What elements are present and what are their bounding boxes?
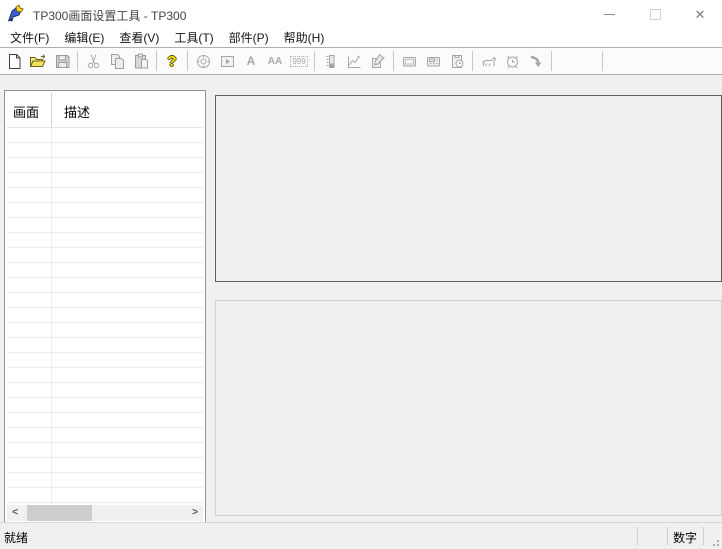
- menu-item-help[interactable]: 帮助(H): [278, 27, 331, 48]
- text-display-icon: AA: [267, 55, 283, 67]
- static-text-icon: A: [246, 54, 256, 68]
- screen-list-panel: 画面 描述 < >: [4, 90, 206, 523]
- menu-item-parts[interactable]: 部件(P): [223, 27, 275, 48]
- toolbar-keypad-button[interactable]: [421, 50, 445, 72]
- status-num-indicator: 数字: [672, 531, 697, 545]
- toolbar: ? A AA 999: [0, 47, 722, 75]
- copy-icon: [109, 53, 126, 70]
- toolbar-separator: [551, 51, 552, 71]
- toolbar-separator: [156, 51, 157, 71]
- paste-icon: [133, 53, 150, 70]
- toolbar-separator: [393, 51, 394, 71]
- toolbar-parts-button[interactable]: [366, 50, 390, 72]
- toolbar-cut-button[interactable]: [81, 50, 105, 72]
- toolbar-animation-button[interactable]: [476, 50, 500, 72]
- toolbar-separator: [472, 51, 473, 71]
- maximize-icon: [650, 8, 661, 20]
- trend-chart-icon: [346, 53, 363, 70]
- toolbar-copy-button[interactable]: [105, 50, 129, 72]
- toolbar-bar-meter-button[interactable]: [318, 50, 342, 72]
- status-ready-text: 就绪: [4, 531, 29, 545]
- keypad-icon: [425, 53, 442, 70]
- toolbar-static-text-button[interactable]: A: [239, 50, 263, 72]
- workspace-panel-top: [215, 95, 722, 282]
- column-header-description[interactable]: 描述: [57, 93, 90, 127]
- resize-grip[interactable]: [709, 536, 719, 546]
- alarm-clock-icon: [504, 53, 521, 70]
- parts-icon: [370, 53, 387, 70]
- switch-icon: [219, 53, 236, 70]
- toolbar-separator: [314, 51, 315, 71]
- toolbar-open-button[interactable]: [26, 50, 50, 72]
- app-icon: [5, 4, 25, 24]
- toolbar-separator: [602, 51, 603, 71]
- column-header-screen[interactable]: 画面: [7, 93, 57, 127]
- app-window: TP300画面设置工具 - TP300 ✕ 文件(F) 编辑(E) 查看(V) …: [0, 0, 722, 549]
- toolbar-separator: [77, 51, 78, 71]
- screen-list-header: 画面 描述: [7, 93, 203, 128]
- menu-item-file[interactable]: 文件(F): [4, 27, 55, 48]
- horizontal-scrollbar[interactable]: < >: [7, 505, 203, 521]
- toolbar-new-button[interactable]: [2, 50, 26, 72]
- status-separator: [703, 527, 704, 545]
- new-document-icon: [6, 53, 23, 70]
- screen-list-grid: 画面 描述: [7, 93, 203, 504]
- menu-item-tools[interactable]: 工具(T): [168, 27, 219, 48]
- scissors-icon: [85, 53, 102, 70]
- recipe-icon: [449, 53, 466, 70]
- toolbar-lamp-button[interactable]: [191, 50, 215, 72]
- toolbar-numeric-display-button[interactable]: 999: [287, 50, 311, 72]
- scroll-right-icon[interactable]: >: [187, 505, 203, 521]
- toolbar-paste-button[interactable]: [129, 50, 153, 72]
- close-button[interactable]: ✕: [678, 0, 722, 28]
- minimize-button[interactable]: [587, 0, 632, 28]
- bar-meter-icon: [322, 53, 339, 70]
- client-area: 画面 描述 < >: [0, 75, 722, 523]
- window-title: TP300画面设置工具 - TP300: [33, 9, 187, 23]
- maximize-button[interactable]: [633, 0, 678, 28]
- toolbar-save-button[interactable]: [50, 50, 74, 72]
- numeric-display-icon: 999: [290, 55, 308, 67]
- column-divider[interactable]: [51, 93, 52, 127]
- menu-item-edit[interactable]: 编辑(E): [58, 27, 110, 48]
- save-icon: [54, 53, 71, 70]
- toolbar-recipe-button[interactable]: [445, 50, 469, 72]
- status-separator: [637, 527, 638, 545]
- screen-list-body[interactable]: [7, 128, 203, 504]
- menu-bar: 文件(F) 编辑(E) 查看(V) 工具(T) 部件(P) 帮助(H): [0, 28, 722, 47]
- toolbar-help-button[interactable]: ?: [160, 50, 184, 72]
- toolbar-arrow-button[interactable]: [524, 50, 548, 72]
- toolbar-separator: [187, 51, 188, 71]
- toolbar-screen-button[interactable]: [397, 50, 421, 72]
- indicator-lamp-icon: [195, 53, 212, 70]
- menu-item-view[interactable]: 查看(V): [113, 27, 165, 48]
- close-icon: ✕: [694, 6, 706, 22]
- toolbar-switch-button[interactable]: [215, 50, 239, 72]
- toolbar-alarm-button[interactable]: [500, 50, 524, 72]
- minimize-icon: [604, 13, 615, 15]
- toolbar-text-display-button[interactable]: AA: [263, 50, 287, 72]
- workspace-panel-bottom: [215, 300, 722, 516]
- arrow-down-icon: [528, 53, 545, 70]
- help-icon: ?: [167, 52, 177, 70]
- open-folder-icon: [29, 53, 47, 70]
- screen-icon: [401, 53, 418, 70]
- animal-icon: [480, 53, 497, 70]
- scrollbar-thumb[interactable]: [27, 505, 92, 521]
- title-bar[interactable]: TP300画面设置工具 - TP300 ✕: [0, 0, 722, 28]
- status-bar: 就绪 数字: [0, 522, 722, 549]
- toolbar-trend-chart-button[interactable]: [342, 50, 366, 72]
- scroll-left-icon[interactable]: <: [7, 505, 23, 521]
